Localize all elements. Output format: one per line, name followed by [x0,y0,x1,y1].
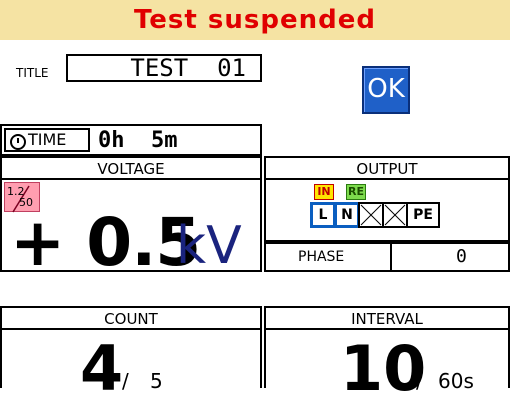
clock-icon [10,134,26,150]
conductor-row: L N PE [310,202,440,230]
voltage-header: VOLTAGE [2,158,260,180]
voltage-value: + 0.5 [10,204,201,281]
conductor-empty-2[interactable] [382,202,408,228]
time-panel: TIME 0h 5m [0,124,262,156]
conductor-empty-1[interactable] [358,202,384,228]
cross-icon [360,204,382,226]
interval-header: INTERVAL [266,308,508,330]
title-field[interactable]: TEST 01 [66,54,262,82]
re-tag: RE [346,184,366,200]
time-label-box: TIME [4,128,90,152]
title-label: TITLE [16,66,49,80]
voltage-panel: VOLTAGE 1.2 50 + 0.5 kV [0,156,262,276]
count-panel: COUNT 4 / 5 [0,306,262,400]
count-separator: / [122,369,129,393]
phase-label: PHASE [266,244,392,270]
output-header: OUTPUT [266,158,508,180]
time-value: 0h 5m [98,128,178,153]
ok-button[interactable]: OK [362,66,410,114]
interval-panel: INTERVAL 10 / 60s [264,306,510,400]
phase-value: 0 [456,246,467,267]
voltage-unit: kV [176,216,242,276]
count-current: 4 [80,332,124,405]
conductor-pe[interactable]: PE [406,202,440,228]
count-total: 5 [150,369,163,393]
conductor-n[interactable]: N [334,202,360,228]
interval-separator: / [416,369,423,393]
phase-panel: PHASE 0 [264,242,510,272]
count-header: COUNT [2,308,260,330]
in-tag: IN [314,184,334,200]
cross-icon [384,204,406,226]
output-panel: OUTPUT IN RE L N PE [264,156,510,242]
time-label: TIME [28,130,67,149]
title-value: TEST 01 [130,54,246,82]
interval-total: 60s [438,369,474,393]
conductor-l[interactable]: L [310,202,336,228]
status-banner: Test suspended [0,0,510,40]
interval-current: 10 [340,332,427,405]
